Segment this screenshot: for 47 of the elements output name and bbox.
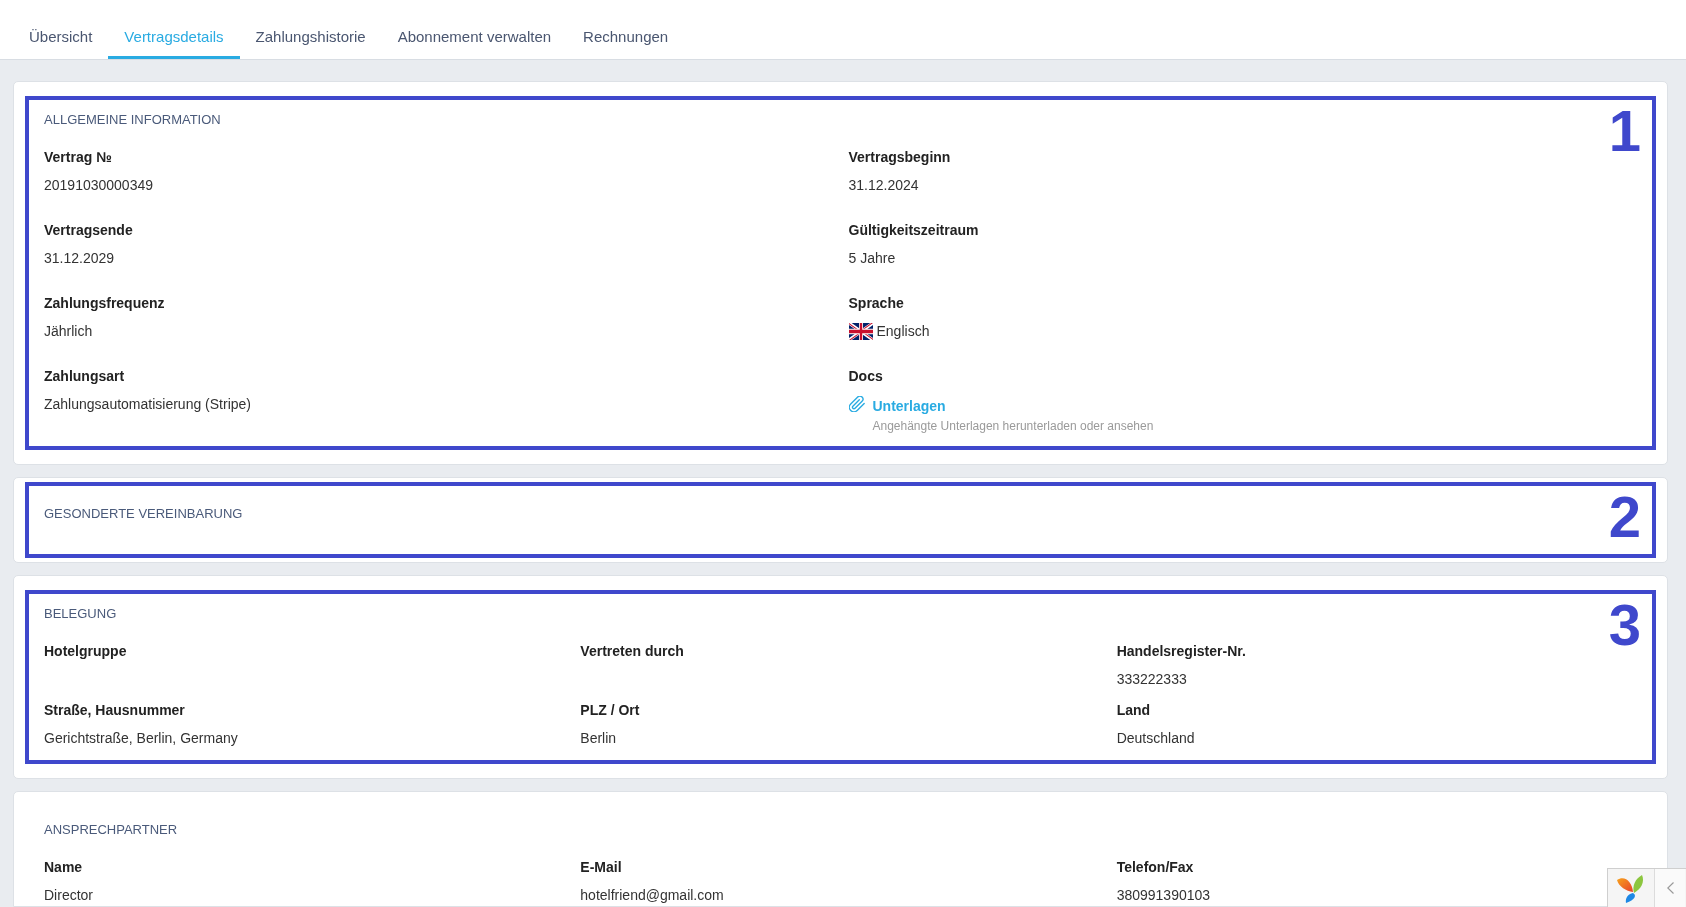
field-label: Name — [44, 858, 84, 877]
annotation-number: 2 — [1608, 488, 1641, 546]
field-value: Zahlungsautomatisierung (Stripe) — [44, 395, 252, 414]
field-label: Docs — [848, 367, 884, 386]
paperclip-icon — [848, 396, 865, 412]
field-value: 333222333 — [1116, 670, 1188, 689]
section-title: ANSPRECHPARTNER — [44, 821, 179, 839]
field-label: Land — [1116, 701, 1152, 720]
field-value: 5 Jahre — [848, 249, 897, 268]
field-label: Vertragsende — [44, 221, 134, 240]
field-label: PLZ / Ort — [580, 701, 641, 720]
tab[interactable]: Abonnement verwalten — [381, 0, 568, 59]
field-value: 31.12.2024 — [848, 176, 920, 195]
field-label: Sprache — [848, 294, 905, 313]
field-label: Gültigkeitszeitraum — [848, 221, 980, 240]
field-label: Handelsregister-Nr. — [1116, 642, 1247, 661]
tab[interactable]: Übersicht — [13, 0, 109, 59]
field-label: Vertreten durch — [580, 642, 685, 661]
section-title: ALLGEMEINE INFORMATION — [44, 111, 222, 129]
section-title: GESONDERTE VEREINBARUNG — [44, 505, 244, 523]
hint-text: Angehängte Unterlagen herunterladen oder ansehen — [872, 418, 1154, 434]
field-value: Berlin — [580, 729, 618, 748]
tab[interactable]: Zahlungshistorie — [239, 0, 382, 59]
flag-icon — [848, 322, 873, 340]
field-value: Englisch — [876, 322, 930, 341]
field-label: E-Mail — [580, 858, 623, 877]
field-label: Zahlungsfrequenz — [44, 294, 166, 313]
field-label: Vertrag № — [44, 148, 113, 167]
field-value: Deutschland — [1116, 729, 1196, 748]
field-value: Gerichtstraße, Berlin, Germany — [44, 729, 239, 748]
section-title: BELEGUNG — [44, 605, 118, 623]
field-value: 380991390103 — [1116, 886, 1212, 905]
field-value: 20191030000349 — [44, 176, 154, 195]
annotation-number: 3 — [1608, 596, 1641, 654]
chevron-left-icon — [1666, 882, 1674, 894]
field-value: Director — [44, 886, 94, 905]
tab[interactable]: Rechnungen — [567, 0, 685, 59]
field-label: Vertragsbeginn — [848, 148, 952, 167]
petal-logo-icon[interactable] — [1617, 873, 1645, 903]
field-value: hotelfriend@gmail.com — [580, 886, 725, 905]
field-label: Hotelgruppe — [44, 642, 128, 661]
field-label: Straße, Hausnummer — [44, 701, 186, 720]
annotation-number: 1 — [1608, 102, 1641, 160]
field-label: Zahlungsart — [44, 367, 126, 386]
field-value: Jährlich — [44, 322, 94, 341]
field-value: 31.12.2029 — [44, 249, 116, 268]
field-label: Telefon/Fax — [1116, 858, 1195, 877]
